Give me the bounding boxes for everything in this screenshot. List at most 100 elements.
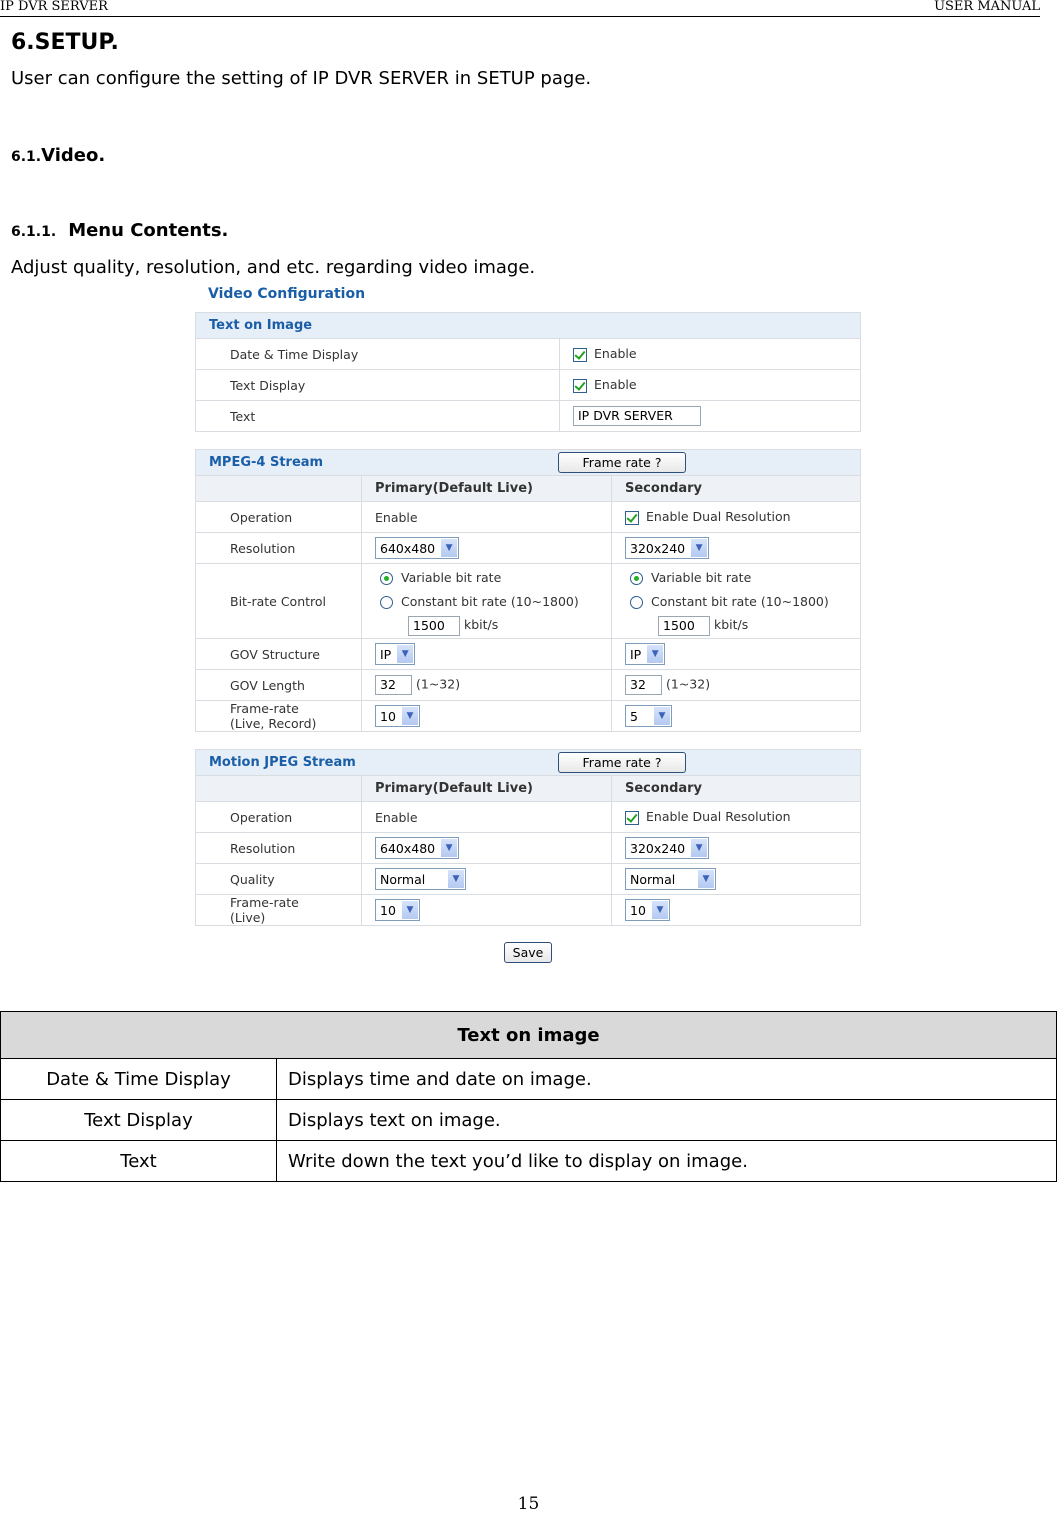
mjpeg-primary-quality-select[interactable]: Normal ▼: [375, 868, 466, 890]
col-secondary: Secondary: [611, 775, 861, 802]
text-display-checkbox[interactable]: [573, 378, 587, 393]
table-row: Frame-rate (Live) 10 ▼ 10 ▼: [195, 894, 861, 926]
select-value: 10: [630, 902, 646, 918]
overlay-text-input[interactable]: IP DVR SERVER: [573, 406, 701, 426]
mpeg4-dual-resolution-checkbox[interactable]: [625, 510, 639, 525]
row-label: GOV Structure: [195, 638, 362, 670]
table-row: Text Display Displays text on image.: [0, 1099, 1057, 1141]
mjpeg-secondary-resolution-select[interactable]: 320x240 ▼: [625, 837, 710, 859]
mjpeg-secondary-framerate-select[interactable]: 10 ▼: [625, 899, 670, 921]
radio-label: Constant bit rate (10~1800): [651, 594, 829, 609]
chevron-down-icon: ▼: [441, 839, 458, 857]
section-intro: User can configure the setting of IP DVR…: [11, 68, 592, 89]
description-value: Displays time and date on image.: [276, 1058, 1057, 1100]
row-label: Quality: [195, 863, 362, 895]
mpeg4-stream-table: MPEG-4 Stream Primary(Default Live) Seco…: [195, 449, 861, 732]
primary-gov-structure-select[interactable]: IP ▼: [375, 643, 416, 665]
table-row: Operation Enable Enable Dual Resolution: [195, 801, 861, 833]
table-row: GOV Length 32 (1~32) 32 (1~32): [195, 669, 861, 701]
row-label: Operation: [195, 801, 362, 833]
row-label: Date & Time Display: [195, 338, 560, 370]
chevron-down-icon: ▼: [647, 645, 664, 663]
description-key: Text Display: [0, 1099, 277, 1141]
mjpeg-primary-resolution-select[interactable]: 640x480 ▼: [375, 837, 460, 859]
table-row: Operation Enable Enable Dual Resolution: [195, 501, 861, 533]
select-value: IP: [380, 646, 392, 662]
mjpeg-primary-framerate-select[interactable]: 10 ▼: [375, 899, 420, 921]
label-line: (Live, Record): [230, 716, 317, 731]
table-row: Frame-rate (Live, Record) 10 ▼ 5 ▼: [195, 700, 861, 732]
description-value: Displays text on image.: [276, 1099, 1057, 1141]
chevron-down-icon: ▼: [698, 870, 714, 888]
select-value: 320x240: [630, 840, 686, 856]
secondary-gov-structure-select[interactable]: IP ▼: [625, 643, 666, 665]
col-secondary: Secondary: [611, 475, 861, 502]
label-line: Frame-rate: [230, 701, 299, 716]
mpeg4-frame-rate-help-button[interactable]: Frame rate ?: [558, 452, 686, 473]
primary-bitrate-input[interactable]: 1500: [408, 615, 460, 636]
text-on-image-heading: Text on Image: [195, 312, 861, 339]
primary-vbr-radio[interactable]: [380, 572, 393, 585]
select-value: Normal: [630, 871, 676, 887]
radio-label: Variable bit rate: [651, 570, 752, 585]
checkbox-label: Enable: [594, 346, 637, 362]
select-value: 10: [380, 902, 396, 918]
table-row: Resolution 640x480 ▼ 320x240 ▼: [195, 832, 861, 864]
text-on-image-description-table: Text on image Date & Time Display Displa…: [0, 1011, 1057, 1182]
label-line: Frame-rate: [230, 895, 299, 910]
chevron-down-icon: ▼: [397, 645, 414, 663]
mpeg4-secondary-resolution-select[interactable]: 320x240 ▼: [625, 537, 710, 559]
mjpeg-dual-resolution-checkbox[interactable]: [625, 810, 639, 825]
mjpeg-stream-table: Motion JPEG Stream Primary(Default Live)…: [195, 749, 861, 926]
subsection-text: Video.: [41, 145, 106, 166]
subsection-number: 6.1.: [11, 149, 42, 165]
subsubsection-text: Menu Contents.: [68, 220, 229, 241]
chevron-down-icon: ▼: [401, 707, 418, 725]
table-row: Bit-rate Control Variable bit rate Const…: [195, 563, 861, 639]
description-key: Text: [0, 1140, 277, 1182]
row-label: Resolution: [195, 832, 362, 864]
mpeg4-secondary-framerate-select[interactable]: 5 ▼: [625, 705, 672, 727]
mpeg4-primary-resolution-select[interactable]: 640x480 ▼: [375, 537, 460, 559]
radio-label: Constant bit rate (10~1800): [401, 594, 579, 609]
primary-cbr-radio[interactable]: [380, 596, 393, 609]
header-right: USER MANUAL: [934, 0, 1040, 14]
mjpeg-secondary-quality-select[interactable]: Normal ▼: [625, 868, 716, 890]
select-value: 5: [630, 708, 638, 724]
chevron-down-icon: ▼: [448, 870, 464, 888]
select-value: 10: [380, 708, 396, 724]
page-header: IP DVR SERVER USER MANUAL: [0, 0, 1040, 17]
mpeg4-primary-framerate-select[interactable]: 10 ▼: [375, 705, 420, 727]
table-row: Resolution 640x480 ▼ 320x240 ▼: [195, 532, 861, 564]
table-row: Text Display Enable: [195, 369, 861, 401]
primary-operation: Enable: [361, 801, 612, 833]
unit-label: kbit/s: [463, 617, 499, 632]
row-label: Text: [195, 400, 560, 432]
table-row: Quality Normal ▼ Normal ▼: [195, 863, 861, 895]
row-label: Text Display: [195, 369, 560, 401]
save-button[interactable]: Save: [503, 942, 553, 963]
checkbox-label: Enable: [594, 377, 637, 393]
page-number: 15: [517, 1494, 540, 1514]
unit-label: kbit/s: [713, 617, 749, 632]
description-key: Date & Time Display: [0, 1058, 277, 1100]
secondary-gov-length-input[interactable]: 32: [625, 675, 662, 695]
mjpeg-frame-rate-help-button[interactable]: Frame rate ?: [558, 752, 686, 773]
date-time-display-checkbox[interactable]: [573, 347, 587, 362]
range-hint: (1~32): [665, 676, 711, 692]
text-on-image-table: Text on Image Date & Time Display Enable…: [195, 312, 861, 432]
mjpeg-heading: Motion JPEG Stream: [195, 749, 861, 776]
description-table-heading: Text on image: [0, 1011, 1057, 1059]
chevron-down-icon: ▼: [691, 539, 708, 557]
secondary-vbr-radio[interactable]: [630, 572, 643, 585]
primary-operation: Enable: [361, 501, 612, 533]
secondary-cbr-radio[interactable]: [630, 596, 643, 609]
primary-gov-length-input[interactable]: 32: [375, 675, 412, 695]
video-configuration-title: Video Configuration: [208, 286, 366, 302]
subsubsection-title: 6.1.1. Menu Contents.: [11, 220, 228, 241]
select-value: 320x240: [630, 540, 686, 556]
description-value: Write down the text you’d like to displa…: [276, 1140, 1057, 1182]
label-line: (Live): [230, 910, 266, 925]
chevron-down-icon: ▼: [691, 839, 708, 857]
secondary-bitrate-input[interactable]: 1500: [658, 615, 710, 636]
